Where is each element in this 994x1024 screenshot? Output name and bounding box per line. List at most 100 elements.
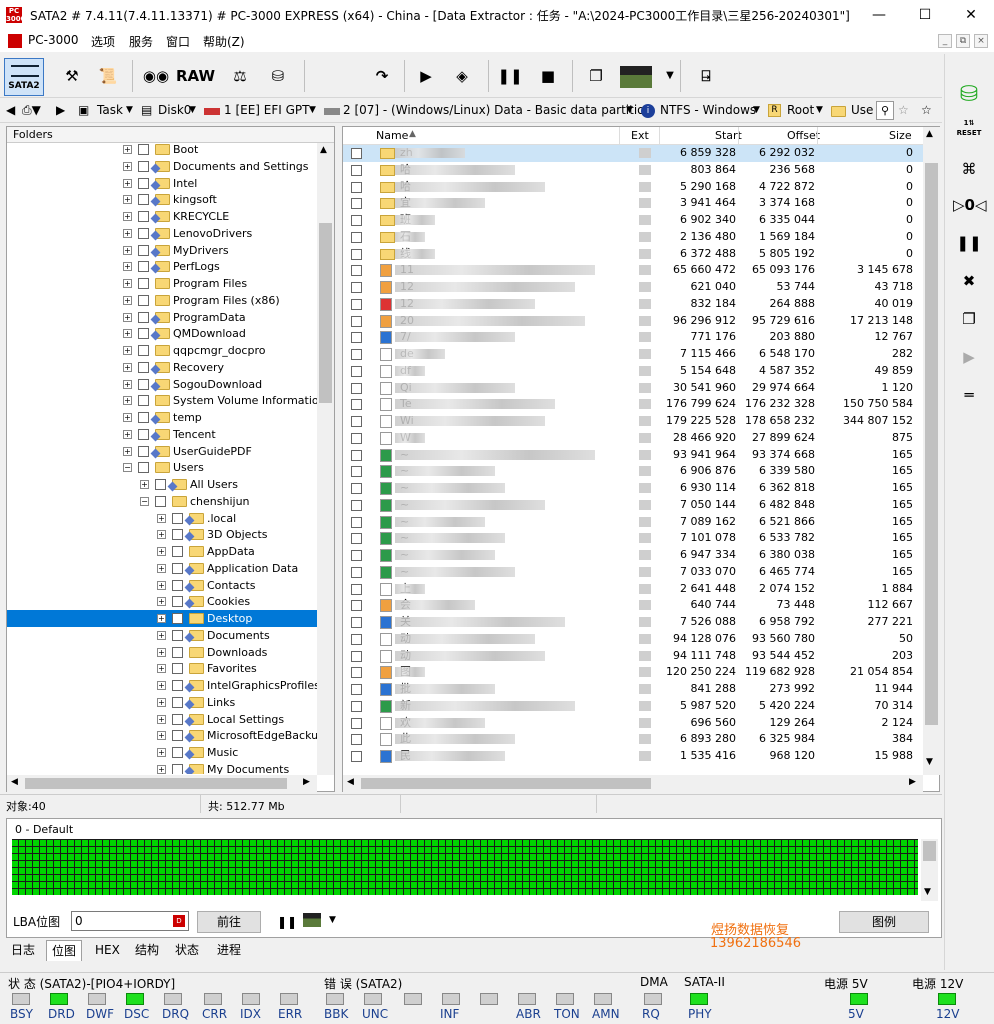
file-row[interactable]: de7 115 4666 548 170282: [343, 346, 923, 363]
binoculars-icon[interactable]: ◉◉: [140, 60, 172, 92]
expand-icon[interactable]: +: [157, 530, 166, 540]
expand-icon[interactable]: +: [123, 145, 132, 154]
pause-side-icon[interactable]: ❚❚: [953, 228, 985, 258]
folder-tree-item[interactable]: +3D Objects: [7, 526, 317, 543]
menu-window[interactable]: 窗口: [166, 33, 190, 50]
folder-checkbox[interactable]: [138, 378, 149, 390]
folder-checkbox[interactable]: [172, 680, 183, 691]
folder-checkbox[interactable]: [172, 562, 183, 574]
tab-bitmap[interactable]: 位图: [46, 940, 83, 961]
expand-icon[interactable]: +: [157, 513, 166, 523]
folder-checkbox[interactable]: [138, 160, 149, 172]
menu-help[interactable]: 帮助(Z): [203, 33, 245, 50]
file-row[interactable]: W28 466 92027 899 624875: [343, 430, 923, 447]
folders-hscrollbar[interactable]: ◀ ▶: [7, 775, 317, 792]
file-row[interactable]: 欢696 560129 2642 124: [343, 715, 923, 732]
path-disk[interactable]: Disk0: [158, 103, 191, 117]
expand-icon[interactable]: +: [123, 178, 132, 188]
folder-checkbox[interactable]: [172, 696, 183, 708]
file-row[interactable]: ~93 941 96493 374 668165: [343, 447, 923, 464]
tools-icon[interactable]: ⚒: [56, 60, 88, 92]
file-checkbox[interactable]: [351, 432, 362, 444]
file-row[interactable]: 批841 288273 99211 944: [343, 681, 923, 698]
file-checkbox[interactable]: [351, 516, 362, 528]
collapse-icon[interactable]: −: [140, 496, 149, 506]
file-checkbox[interactable]: [351, 315, 362, 327]
file-checkbox[interactable]: [351, 700, 362, 712]
folder-tree-item[interactable]: + Program Files: [7, 275, 317, 292]
mdi-close-button[interactable]: ×: [974, 34, 988, 48]
partition1-dropdown-icon[interactable]: ▼: [309, 105, 316, 115]
tab-status[interactable]: 状态: [170, 940, 204, 961]
folder-checkbox[interactable]: [138, 412, 149, 423]
file-row[interactable]: 12621 04053 74443 718: [343, 279, 923, 296]
exit-icon[interactable]: ⍈: [690, 60, 722, 92]
file-checkbox[interactable]: [351, 298, 362, 310]
file-checkbox[interactable]: [351, 416, 362, 427]
file-checkbox[interactable]: [351, 248, 362, 260]
file-row[interactable]: Qi30 541 96029 974 6641 120: [343, 380, 923, 397]
file-row[interactable]: 哈803 864236 5680: [343, 162, 923, 179]
file-checkbox[interactable]: [351, 215, 362, 226]
file-row[interactable]: 会640 74473 448112 667: [343, 597, 923, 614]
folder-checkbox[interactable]: [138, 278, 149, 289]
file-checkbox[interactable]: [351, 617, 362, 628]
expand-icon[interactable]: +: [123, 295, 132, 305]
files-scroll-thumb[interactable]: [925, 163, 938, 725]
expand-icon[interactable]: +: [123, 312, 132, 322]
bitmap-view-dropdown-icon[interactable]: ▼: [329, 915, 336, 925]
tab-hex[interactable]: HEX: [90, 940, 125, 961]
file-row[interactable]: 此6 893 2806 325 984384: [343, 731, 923, 748]
file-row[interactable]: 1165 660 47265 093 1763 145 678: [343, 262, 923, 279]
folder-checkbox[interactable]: [172, 613, 183, 624]
file-row[interactable]: ~7 033 0706 465 774165: [343, 564, 923, 581]
bitmap-preview-icon[interactable]: [620, 66, 652, 88]
minimize-button[interactable]: —: [856, 0, 902, 30]
expand-icon[interactable]: +: [123, 228, 132, 238]
folder-tree-item[interactable]: + Local Settings: [7, 711, 317, 728]
file-row[interactable]: ~6 906 8766 339 580165: [343, 463, 923, 480]
mdi-restore-button[interactable]: ⧉: [956, 34, 970, 48]
file-checkbox[interactable]: [351, 198, 362, 210]
reset-icon[interactable]: 1⇅ RESET: [953, 118, 985, 148]
file-row[interactable]: 12832 184264 88840 019: [343, 296, 923, 313]
expand-icon[interactable]: +: [123, 413, 132, 422]
cable-icon[interactable]: ═: [953, 380, 985, 410]
folder-checkbox[interactable]: [172, 663, 183, 675]
task-dropdown-icon[interactable]: ▼: [126, 105, 133, 115]
file-checkbox[interactable]: [351, 499, 362, 511]
lba-set-icon[interactable]: D: [173, 915, 185, 927]
file-row[interactable]: ~6 947 3346 380 038165: [343, 547, 923, 564]
file-row[interactable]: 石2 136 4801 569 1840: [343, 229, 923, 246]
folder-checkbox[interactable]: [172, 763, 183, 774]
file-checkbox[interactable]: [351, 231, 362, 243]
power-switch-icon[interactable]: ⌘: [953, 154, 985, 184]
folder-checkbox[interactable]: [138, 395, 149, 407]
file-row[interactable]: Te176 799 624176 232 328150 750 584: [343, 396, 923, 413]
expand-icon[interactable]: +: [157, 664, 166, 674]
folder-tree-item[interactable]: + PerfLogs: [7, 258, 317, 275]
file-checkbox[interactable]: [351, 449, 362, 461]
disk-dropdown-icon[interactable]: ▼: [189, 105, 196, 115]
play-icon[interactable]: ▶: [410, 60, 442, 92]
scroll-up-icon[interactable]: ▲: [320, 145, 327, 155]
expand-icon[interactable]: +: [123, 379, 132, 389]
col-ext[interactable]: Ext: [631, 129, 649, 142]
file-row[interactable]: 新5 987 5205 420 22470 314: [343, 698, 923, 715]
folder-checkbox[interactable]: [172, 596, 183, 608]
folder-tree-item[interactable]: + MyDrivers: [7, 242, 317, 259]
expand-icon[interactable]: +: [123, 329, 132, 339]
copy-icon[interactable]: ❐: [580, 60, 612, 92]
file-checkbox[interactable]: [351, 533, 362, 545]
expand-icon[interactable]: +: [157, 764, 166, 774]
maximize-button[interactable]: ☐: [902, 0, 948, 30]
file-checkbox[interactable]: [351, 633, 362, 645]
bitmap-view-icon[interactable]: [303, 913, 321, 927]
folders-scroll-thumb[interactable]: [319, 223, 332, 403]
expand-icon[interactable]: +: [123, 446, 132, 456]
folder-tree-item[interactable]: + LenovoDrivers: [7, 225, 317, 242]
scales-icon[interactable]: ⚖: [224, 60, 256, 92]
file-checkbox[interactable]: [351, 332, 362, 344]
files-scroll-left-icon[interactable]: ◀: [347, 777, 354, 787]
expand-icon[interactable]: +: [123, 212, 132, 221]
